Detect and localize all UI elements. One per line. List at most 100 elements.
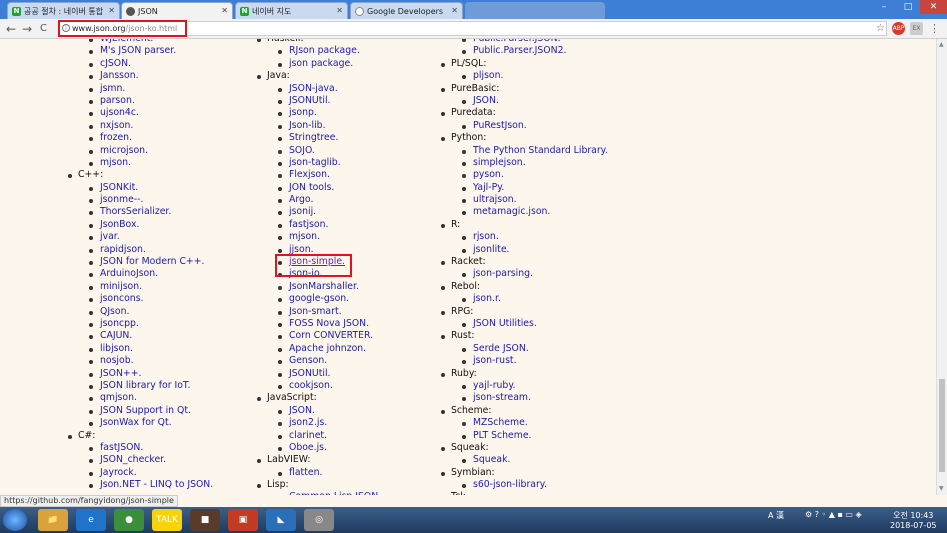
- library-link[interactable]: The Python Standard Library.: [437, 145, 608, 157]
- taskbar-app-app6-icon[interactable]: ▣: [228, 509, 258, 531]
- library-link[interactable]: Jayrock.: [64, 467, 213, 479]
- library-link[interactable]: Argo.: [253, 194, 381, 206]
- library-label[interactable]: json-rust.: [473, 355, 517, 366]
- library-link[interactable]: json package.: [253, 58, 381, 70]
- library-label[interactable]: CAJUN.: [100, 330, 132, 341]
- library-link[interactable]: jsonlite.: [437, 244, 608, 256]
- library-label[interactable]: Squeak.: [473, 454, 510, 465]
- close-window-button[interactable]: ✕: [920, 0, 947, 14]
- library-label[interactable]: jsmn.: [100, 83, 125, 94]
- library-link[interactable]: JSON++.: [64, 368, 213, 380]
- system-clock[interactable]: 오전 10:43 2018-07-05: [890, 511, 937, 531]
- library-link[interactable]: jsmn.: [64, 83, 213, 95]
- library-label[interactable]: jsonlite.: [473, 244, 510, 255]
- library-link[interactable]: JSON Utilities.: [437, 318, 608, 330]
- extension-icon[interactable]: EX: [910, 22, 923, 35]
- library-link[interactable]: libjson.: [64, 343, 213, 355]
- library-link[interactable]: FOSS Nova JSON.: [253, 318, 381, 330]
- library-label[interactable]: Common Lisp JSON.: [289, 491, 381, 495]
- library-label[interactable]: M's JSON parser.: [100, 45, 176, 56]
- library-link[interactable]: frozen.: [64, 132, 213, 144]
- library-link[interactable]: PuRestJson.: [437, 120, 608, 132]
- library-link[interactable]: json.r.: [437, 293, 608, 305]
- library-link[interactable]: simplejson.: [437, 157, 608, 169]
- library-link[interactable]: PLT Scheme.: [437, 430, 608, 442]
- close-tab-icon[interactable]: ✕: [221, 6, 228, 15]
- library-label[interactable]: libjson.: [100, 343, 133, 354]
- library-link[interactable]: Corn CONVERTER.: [253, 330, 381, 342]
- taskbar-app-app8-icon[interactable]: ◎: [304, 509, 334, 531]
- library-link[interactable]: Flexjson.: [253, 169, 381, 181]
- library-link[interactable]: jvar.: [64, 231, 213, 243]
- library-link[interactable]: cookjson.: [253, 380, 381, 392]
- library-label[interactable]: Argo.: [289, 194, 313, 205]
- scroll-down-icon[interactable]: ▼: [939, 485, 944, 492]
- library-link[interactable]: rapidjson.: [64, 244, 213, 256]
- tray-icons[interactable]: ⚙ ? ◦ ▲ ▪ ▭ ◈: [805, 510, 862, 519]
- library-label[interactable]: simplejson.: [473, 157, 526, 168]
- taskbar-app-vscode-icon[interactable]: ◣: [266, 509, 296, 531]
- bookmark-star-icon[interactable]: ☆: [874, 22, 887, 35]
- library-label[interactable]: parson.: [100, 95, 135, 106]
- library-link[interactable]: Apache johnzon.: [253, 343, 381, 355]
- library-link[interactable]: json-taglib.: [253, 157, 381, 169]
- scrollbar-thumb[interactable]: [939, 379, 945, 472]
- start-button[interactable]: [3, 509, 27, 531]
- library-label[interactable]: FOSS Nova JSON.: [289, 318, 369, 329]
- address-bar-extension[interactable]: [187, 21, 887, 36]
- back-button[interactable]: ←: [6, 21, 16, 37]
- library-label[interactable]: JON tools.: [289, 182, 334, 193]
- library-link[interactable]: jsonij.: [253, 206, 381, 218]
- library-link[interactable]: Jansson.: [64, 70, 213, 82]
- library-label[interactable]: JsonMarshaller.: [289, 281, 359, 292]
- library-link[interactable]: mjson.: [64, 157, 213, 169]
- library-link[interactable]: yajl-ruby.: [437, 380, 608, 392]
- library-label[interactable]: QJson.: [100, 306, 129, 317]
- library-label[interactable]: cJSON.: [100, 58, 131, 69]
- library-link[interactable]: JsonWax for Qt.: [64, 417, 213, 429]
- address-bar[interactable]: i www.json.org/json-ko.html: [58, 20, 187, 37]
- library-link[interactable]: Stringtree.: [253, 132, 381, 144]
- library-label[interactable]: Apache johnzon.: [289, 343, 366, 354]
- library-link[interactable]: s60-json-library.: [437, 479, 608, 491]
- library-label[interactable]: WJElement.: [100, 39, 153, 44]
- library-label[interactable]: mjson.: [100, 157, 131, 168]
- library-label[interactable]: Corn CONVERTER.: [289, 330, 373, 341]
- library-link[interactable]: MZScheme.: [437, 417, 608, 429]
- library-label[interactable]: cookjson.: [289, 380, 333, 391]
- taskbar-app-explorer-icon[interactable]: 📁: [38, 509, 68, 531]
- library-label[interactable]: json2.js.: [289, 417, 327, 428]
- tab-naver-map[interactable]: N 네이버 지도 ✕: [235, 2, 348, 19]
- library-label[interactable]: JSON_checker.: [100, 454, 166, 465]
- library-link[interactable]: QJson.: [64, 306, 213, 318]
- library-label[interactable]: Serde JSON.: [473, 343, 529, 354]
- library-link[interactable]: qmjson.: [64, 392, 213, 404]
- library-link[interactable]: JSON for Modern C++.: [64, 256, 213, 268]
- library-link[interactable]: M's JSON parser.: [64, 45, 213, 57]
- library-label[interactable]: fastjson.: [289, 219, 328, 230]
- library-label[interactable]: metamagic.json.: [473, 206, 550, 217]
- library-link[interactable]: fastJSON.: [64, 442, 213, 454]
- library-link[interactable]: JsonBox.: [64, 219, 213, 231]
- library-label[interactable]: Json-smart.: [289, 306, 342, 317]
- vertical-scrollbar[interactable]: ▲ ▼: [936, 39, 947, 495]
- library-label[interactable]: Json-lib.: [289, 120, 326, 131]
- close-tab-icon[interactable]: ✕: [108, 6, 115, 15]
- library-label[interactable]: s60-json-library.: [473, 479, 547, 490]
- library-label[interactable]: clarinet.: [289, 430, 327, 441]
- library-label[interactable]: PLT Scheme.: [473, 430, 532, 441]
- library-link[interactable]: fastjson.: [253, 219, 381, 231]
- library-label[interactable]: rjson.: [473, 231, 499, 242]
- library-label[interactable]: JSONKit.: [100, 182, 138, 193]
- library-label[interactable]: google-gson.: [289, 293, 349, 304]
- library-label[interactable]: frozen.: [100, 132, 132, 143]
- library-label[interactable]: Jayrock.: [100, 467, 137, 478]
- library-label[interactable]: mjson.: [289, 231, 320, 242]
- library-label[interactable]: JSON-java.: [289, 83, 338, 94]
- taskbar-app-chrome-icon[interactable]: ●: [114, 509, 144, 531]
- library-link[interactable]: jsoncpp.: [64, 318, 213, 330]
- library-label[interactable]: JSON Support in Qt.: [100, 405, 191, 416]
- library-label[interactable]: Yajl-Py.: [473, 182, 504, 193]
- library-label[interactable]: JSON.: [289, 405, 315, 416]
- library-label[interactable]: json-taglib.: [289, 157, 341, 168]
